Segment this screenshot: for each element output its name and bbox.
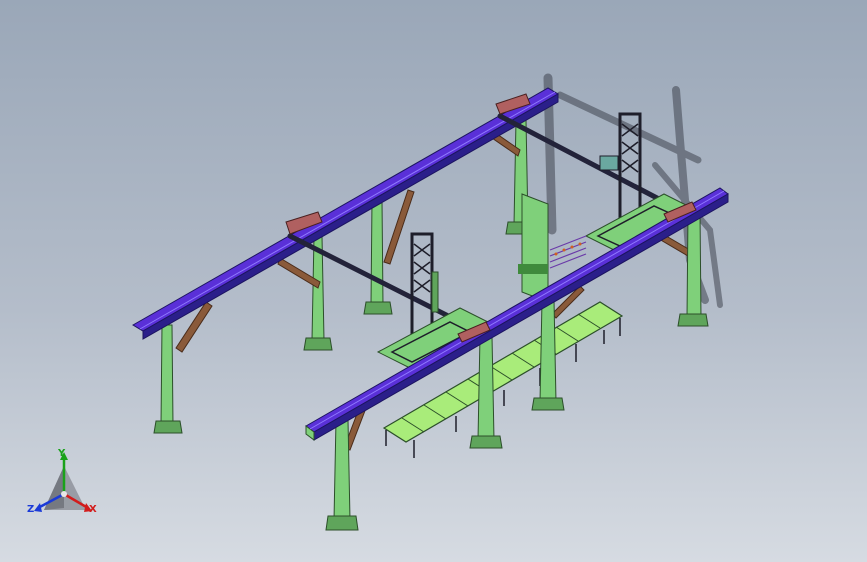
y-axis-label: Y: [58, 448, 66, 459]
x-axis-label: X: [89, 504, 97, 515]
z-axis-label: Z: [27, 504, 35, 515]
cad-viewport[interactable]: Y X Z: [0, 0, 867, 562]
carriage-blocks: [285, 93, 531, 235]
back-beam: [132, 87, 559, 340]
orientation-triad[interactable]: Y X Z: [26, 448, 102, 524]
gantry-model[interactable]: [0, 0, 867, 562]
left-z-tower: [376, 232, 498, 371]
